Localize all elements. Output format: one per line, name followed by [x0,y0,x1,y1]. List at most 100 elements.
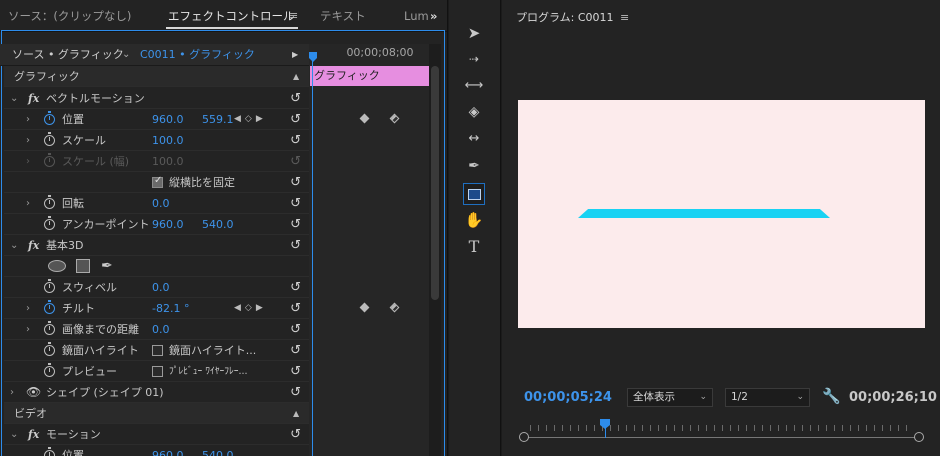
reset-icon[interactable]: ↺ [290,340,301,361]
graphic-section-header[interactable]: グラフィック ▲ [4,66,309,87]
expand-chevron-icon[interactable]: › [10,382,14,403]
playback-resolution-dropdown[interactable]: 1/2 ⌄ [725,388,810,407]
tilted-rectangle-shape[interactable] [578,209,830,218]
program-monitor-title[interactable]: プログラム: C0011 [516,10,614,26]
selection-tool-icon[interactable]: ➤ [463,22,485,44]
expand-chevron-icon[interactable]: › [26,298,30,319]
expand-chevron-icon[interactable]: ⌄ [10,424,18,445]
panel-menu-icon[interactable]: ≡ [620,10,629,26]
tab-lumetri[interactable]: Lum [404,0,429,32]
stopwatch-icon[interactable] [44,342,55,356]
fx-icon[interactable]: fx [28,235,39,256]
preview-checkbox[interactable] [152,366,163,377]
reset-icon[interactable]: ↺ [290,172,301,193]
scale-row[interactable]: › スケール 100.0 ↺ [4,130,309,151]
reset-icon[interactable]: ↺ [290,277,301,298]
stopwatch-icon[interactable] [44,216,55,230]
tilt-value[interactable]: -82.1 ° [152,298,189,319]
expand-chevron-icon[interactable]: ⌄ [10,88,18,109]
ripple-edit-tool-icon[interactable]: ⟷ [463,75,485,97]
scrollbar-thumb[interactable] [431,66,439,300]
rectangle-mask-icon[interactable] [76,259,90,273]
expand-chevron-icon[interactable]: › [26,319,30,340]
motion-position-x-value[interactable]: 960.0 [152,445,184,456]
fx-icon[interactable]: fx [28,88,39,109]
scrub-end-handle[interactable] [914,432,924,442]
reset-icon[interactable]: ↺ [290,424,301,445]
reset-icon[interactable]: ↺ [290,361,301,382]
scrub-bar[interactable] [526,437,918,438]
expand-chevron-icon[interactable]: › [26,109,30,130]
tilt-row[interactable]: › チルト -82.1 ° ◀◇▶ ↺ [4,298,309,319]
tabs-overflow-icon[interactable]: » [430,0,437,32]
stopwatch-icon[interactable] [44,321,55,335]
distance-value[interactable]: 0.0 [152,319,170,340]
reset-icon[interactable]: ↺ [290,382,301,403]
play-only-audio-icon[interactable]: ▶ [292,44,298,66]
eye-icon[interactable]: 👁 [26,385,41,400]
shape-row[interactable]: › 👁 シェイプ (シェイプ 01) ↺ [4,382,309,403]
specular-row[interactable]: 鏡面ハイライト 鏡面ハイライト... ↺ [4,340,309,361]
pen-mask-icon[interactable]: ✒ [101,256,113,277]
reset-icon[interactable]: ↺ [290,319,301,340]
video-section-header[interactable]: ビデオ ▲ [4,403,309,424]
anchor-x-value[interactable]: 960.0 [152,214,184,235]
rotation-value[interactable]: 0.0 [152,193,170,214]
scale-value[interactable]: 100.0 [152,130,184,151]
keyframe-navigator-icon[interactable]: ◀◇▶ [234,109,267,130]
effect-timeline[interactable] [309,44,429,456]
stopwatch-icon[interactable] [44,132,55,146]
motion-row[interactable]: ⌄ fx モーション ↺ [4,424,309,445]
clip-selector[interactable]: C0011 • グラフィック [140,44,255,66]
wrench-settings-icon[interactable]: 🔧 [822,386,841,406]
razor-tool-icon[interactable]: ◈ [463,101,485,123]
reset-icon[interactable]: ↺ [290,214,301,235]
position-row[interactable]: › 位置 960.0 559.1 ◀◇▶ ↺ [4,109,309,130]
panel-menu-icon[interactable]: ≡ [289,9,298,22]
tab-source[interactable]: ソース：(クリップなし) [8,0,131,32]
collapse-triangle-icon[interactable]: ▲ [293,403,299,424]
pen-tool-icon[interactable]: ✒ [463,155,485,177]
swivel-value[interactable]: 0.0 [152,277,170,298]
position-x-value[interactable]: 960.0 [152,109,184,130]
clip-dropdown-chevron-icon[interactable]: ⌄ [122,44,130,66]
scrub-start-handle[interactable] [519,432,529,442]
reset-icon[interactable]: ↺ [290,88,301,109]
reset-icon[interactable]: ↺ [290,235,301,256]
zoom-level-dropdown[interactable]: 全体表示 ⌄ [627,388,713,407]
motion-position-y-value[interactable]: 540.0 [202,445,234,456]
uniform-scale-checkbox[interactable] [152,175,163,188]
rectangle-tool-icon[interactable] [463,183,485,205]
stopwatch-icon[interactable] [44,279,55,293]
graphic-clip-bar[interactable]: グラフィック [310,66,429,86]
slip-tool-icon[interactable]: ↔ [463,128,485,150]
reset-icon[interactable]: ↺ [290,298,301,319]
specular-checkbox[interactable] [152,345,163,356]
keyframe-navigator-icon[interactable]: ◀◇▶ [234,298,267,319]
vector-motion-row[interactable]: ⌄ fx ベクトルモーション ↺ [4,88,309,109]
reset-icon[interactable]: ↺ [290,130,301,151]
expand-chevron-icon[interactable]: › [26,130,30,151]
ellipse-mask-icon[interactable] [48,260,66,272]
stopwatch-icon[interactable] [44,447,55,456]
uniform-scale-row[interactable]: 縦横比を固定 ↺ [4,172,309,193]
tab-text[interactable]: テキスト [320,0,366,32]
fx-icon[interactable]: fx [28,424,39,445]
anchor-point-row[interactable]: アンカーポイント 960.0 540.0 ↺ [4,214,309,235]
master-clip-label[interactable]: ソース • グラフィック [12,44,124,66]
preview-row[interactable]: プレビュー ﾌﾟﾚﾋﾞｭｰ ﾜｲﾔｰﾌﾚｰ... ↺ [4,361,309,382]
stopwatch-icon[interactable] [44,111,55,125]
type-tool-icon[interactable]: T [463,236,485,258]
stopwatch-icon[interactable] [44,363,55,377]
anchor-y-value[interactable]: 540.0 [202,214,234,235]
track-select-tool-icon[interactable]: ⇢ [463,48,485,70]
reset-icon[interactable]: ↺ [290,193,301,214]
expand-chevron-icon[interactable]: ⌄ [10,235,18,256]
expand-chevron-icon[interactable]: › [26,193,30,214]
hand-tool-icon[interactable]: ✋ [463,209,485,231]
stopwatch-icon[interactable] [44,195,55,209]
rotation-row[interactable]: › 回転 0.0 ↺ [4,193,309,214]
playhead-timecode[interactable]: 00;00;05;24 [524,388,612,408]
distance-row[interactable]: › 画像までの距離 0.0 ↺ [4,319,309,340]
swivel-row[interactable]: スウィベル 0.0 ↺ [4,277,309,298]
